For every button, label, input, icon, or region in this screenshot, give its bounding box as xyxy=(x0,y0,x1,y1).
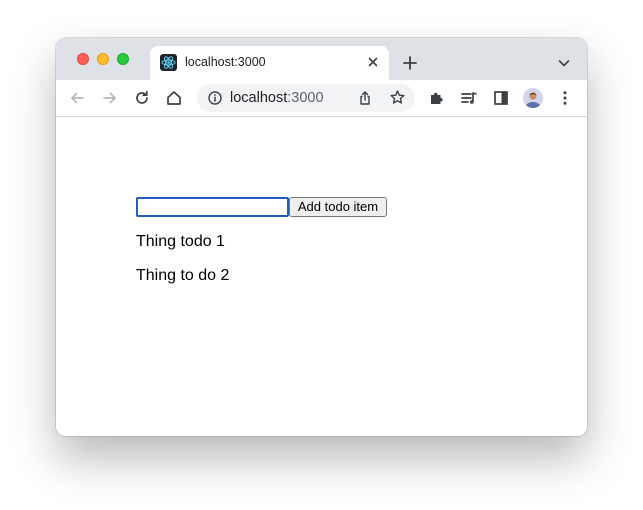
home-icon[interactable] xyxy=(165,89,183,107)
url-host: localhost xyxy=(230,90,288,106)
url-port: :3000 xyxy=(287,90,324,106)
new-tab-icon[interactable] xyxy=(401,54,419,72)
extensions-icon[interactable] xyxy=(428,89,446,107)
tab-title: localhost:3000 xyxy=(185,55,266,69)
share-icon[interactable] xyxy=(357,90,373,106)
menu-kebab-icon[interactable] xyxy=(556,89,574,107)
todo-item: Thing todo 1 xyxy=(136,233,225,250)
tab-active[interactable]: localhost:3000 xyxy=(150,46,389,80)
screen-background: localhost:3000 localhost:3000 Add todo i… xyxy=(0,0,643,510)
chevron-down-icon[interactable] xyxy=(556,55,572,71)
browser-toolbar: localhost:3000 xyxy=(56,80,587,117)
minimize-window-button[interactable] xyxy=(97,53,109,65)
close-icon[interactable] xyxy=(365,54,381,70)
tab-strip: localhost:3000 xyxy=(56,38,587,80)
todo-input[interactable] xyxy=(136,197,289,217)
url-text: localhost:3000 xyxy=(230,90,324,106)
star-icon[interactable] xyxy=(389,89,406,106)
profile-avatar[interactable] xyxy=(523,88,543,108)
add-todo-button[interactable]: Add todo item xyxy=(289,197,387,217)
browser-window: localhost:3000 localhost:3000 Add todo i… xyxy=(56,38,587,436)
side-panel-icon[interactable] xyxy=(492,89,510,107)
todo-item: Thing to do 2 xyxy=(136,267,230,284)
address-bar[interactable]: localhost:3000 xyxy=(197,84,415,112)
page-content: Add todo item Thing todo 1 Thing to do 2 xyxy=(56,117,587,436)
reload-icon[interactable] xyxy=(133,89,151,107)
back-arrow-icon[interactable] xyxy=(68,89,86,107)
close-window-button[interactable] xyxy=(77,53,89,65)
site-info-icon[interactable] xyxy=(207,90,223,106)
forward-arrow-icon[interactable] xyxy=(101,89,119,107)
media-control-icon[interactable] xyxy=(460,89,478,107)
react-icon xyxy=(160,54,177,71)
zoom-window-button[interactable] xyxy=(117,53,129,65)
